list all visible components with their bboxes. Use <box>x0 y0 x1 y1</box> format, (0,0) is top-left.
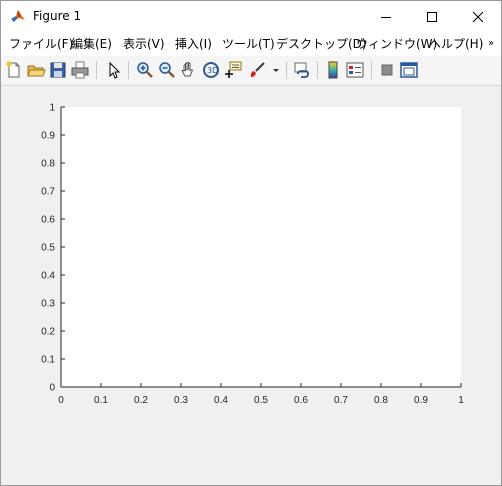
data-cursor-button[interactable] <box>223 60 243 80</box>
brush-dropdown[interactable] <box>269 60 283 80</box>
figure-toolbar: 3D <box>1 56 501 86</box>
x-tick-label: 0.4 <box>214 395 228 406</box>
hide-plot-tools-icon <box>381 64 393 76</box>
minimize-icon <box>381 17 391 18</box>
svg-text:3D: 3D <box>207 66 218 75</box>
menu-window[interactable]: ウィンドウ(W) <box>356 36 437 52</box>
menu-edit[interactable]: 編集(E) <box>71 36 112 52</box>
open-file-button[interactable] <box>26 60 46 80</box>
x-tick-label: 0.1 <box>94 395 108 406</box>
data-cursor-icon <box>225 61 242 78</box>
axes-background[interactable] <box>61 107 461 387</box>
menu-tools[interactable]: ツール(T) <box>222 36 275 52</box>
x-tick-label: 0.7 <box>334 395 348 406</box>
link-plot-icon <box>294 62 309 78</box>
figure-window: Figure 1 ファイル(F) 編集(E) 表示(V) 挿入(I) ツール(T… <box>0 0 502 486</box>
menu-view[interactable]: 表示(V) <box>123 36 165 52</box>
x-tick-label: 0.5 <box>254 395 268 406</box>
chevron-down-icon <box>273 69 279 72</box>
y-tick-label: 0.5 <box>41 243 55 254</box>
show-plot-tools-icon <box>400 62 418 78</box>
pointer-icon <box>109 61 121 79</box>
rotate-3d-button[interactable]: 3D <box>201 60 221 80</box>
toolbar-separator <box>128 61 129 79</box>
brush-icon <box>250 62 265 77</box>
legend-icon <box>346 62 364 78</box>
hide-plot-tools-button[interactable] <box>377 60 397 80</box>
brush-button[interactable] <box>247 60 267 80</box>
maximize-icon <box>427 12 437 22</box>
print-button[interactable] <box>70 60 90 80</box>
zoom-in-button[interactable] <box>135 60 155 80</box>
y-tick-label: 0.7 <box>41 187 55 198</box>
x-tick-label: 0.3 <box>174 395 188 406</box>
close-button[interactable] <box>455 1 501 32</box>
legend-button[interactable] <box>345 60 365 80</box>
y-tick-label: 0.3 <box>41 299 55 310</box>
y-tick-label: 0 <box>49 383 55 394</box>
x-tick-label: 0.8 <box>374 395 388 406</box>
zoom-in-icon <box>137 62 153 78</box>
close-icon <box>472 11 484 23</box>
toolbar-separator <box>317 61 318 79</box>
maximize-button[interactable] <box>409 1 455 32</box>
toolbar-separator <box>286 61 287 79</box>
print-icon <box>71 61 89 79</box>
x-tick-label: 0.9 <box>414 395 428 406</box>
minimize-button[interactable] <box>363 1 409 32</box>
y-tick-label: 0.6 <box>41 215 55 226</box>
menu-insert[interactable]: 挿入(I) <box>175 36 212 52</box>
save-button[interactable] <box>48 60 68 80</box>
save-icon <box>50 62 66 78</box>
y-tick-label: 1 <box>49 103 55 114</box>
zoom-out-button[interactable] <box>157 60 177 80</box>
y-tick-label: 0.1 <box>41 355 55 366</box>
rotate-3d-icon: 3D <box>203 62 219 78</box>
x-tick-label: 0.2 <box>134 395 148 406</box>
y-tick-label: 0.8 <box>41 159 55 170</box>
link-plot-button[interactable] <box>292 60 312 80</box>
new-figure-button[interactable] <box>4 60 24 80</box>
toolbar-separator <box>371 61 372 79</box>
x-tick-label: 0.6 <box>294 395 308 406</box>
matlab-app-icon <box>10 8 26 24</box>
menu-desktop[interactable]: デスクトップ(D) <box>276 36 367 52</box>
menu-file[interactable]: ファイル(F) <box>9 36 73 52</box>
pan-icon <box>181 61 194 77</box>
window-title: Figure 1 <box>33 9 82 23</box>
menu-overflow-icon[interactable]: » <box>488 38 494 49</box>
title-bar[interactable]: Figure 1 <box>1 1 501 32</box>
pointer-button[interactable] <box>104 60 124 80</box>
new-figure-icon <box>6 61 20 78</box>
x-tick-label: 0 <box>58 395 64 406</box>
figure-canvas: 0 0.1 0.2 0.3 0.4 0.5 0.6 0.7 0.8 0.9 1 0 0.1 0.2 0.3… <box>1 86 501 485</box>
menu-bar: ファイル(F) 編集(E) 表示(V) 挿入(I) ツール(T) デスクトップ(… <box>1 32 501 56</box>
colorbar-icon <box>328 61 338 79</box>
pan-button[interactable] <box>179 60 199 80</box>
menu-help[interactable]: ヘルプ(H) <box>429 36 483 52</box>
zoom-out-icon <box>159 62 175 78</box>
axes[interactable]: 0 0.1 0.2 0.3 0.4 0.5 0.6 0.7 0.8 0.9 1 0 0.1 0.2 0.3… <box>1 86 501 485</box>
open-file-icon <box>27 65 46 77</box>
y-tick-label: 0.4 <box>41 271 55 282</box>
y-tick-label: 0.9 <box>41 131 55 142</box>
show-plot-tools-button[interactable] <box>399 60 419 80</box>
toolbar-separator <box>96 61 97 79</box>
y-tick-label: 0.2 <box>41 327 55 338</box>
x-tick-label: 1 <box>458 395 464 406</box>
colorbar-button[interactable] <box>323 60 343 80</box>
